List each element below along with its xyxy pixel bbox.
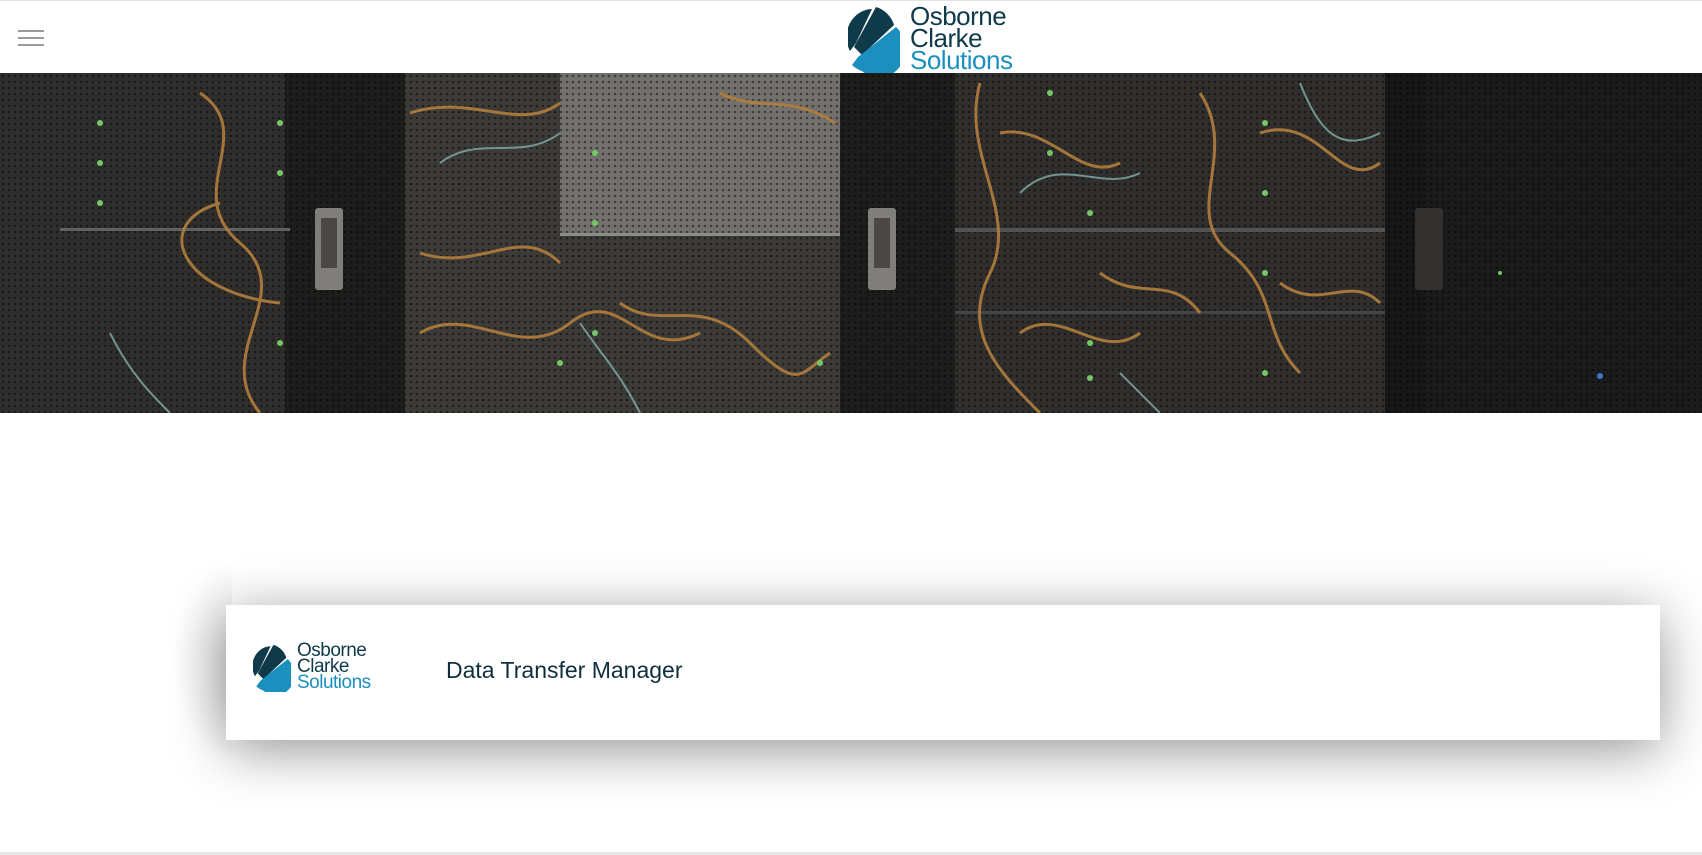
- logo-word-solutions: Solutions: [910, 45, 1013, 75]
- top-header: Osborne Clarke Solutions: [0, 0, 1702, 73]
- card-logo-text: Osborne Clarke Solutions: [297, 641, 371, 693]
- menu-line: [18, 37, 44, 39]
- menu-line: [18, 44, 44, 46]
- card-side-shadow: [172, 560, 232, 760]
- server-rack-image: [0, 73, 1702, 413]
- osborne-clarke-mark-icon: [253, 644, 291, 692]
- osborne-clarke-mark-icon: [848, 7, 900, 73]
- logo-word-solutions: Solutions: [297, 672, 371, 693]
- card-title[interactable]: Data Transfer Manager: [446, 657, 683, 684]
- hamburger-menu-icon[interactable]: [14, 25, 48, 51]
- header-logo[interactable]: Osborne Clarke Solutions: [848, 3, 1013, 75]
- page: Osborne Clarke Solutions Osborne Clarke …: [0, 0, 1702, 855]
- hero-image: [0, 73, 1702, 413]
- header-logo-text: Osborne Clarke Solutions: [910, 3, 1013, 75]
- menu-line: [18, 30, 44, 32]
- card-logo: Osborne Clarke Solutions: [253, 640, 371, 694]
- app-card[interactable]: Osborne Clarke Solutions Data Transfer M…: [226, 605, 1660, 740]
